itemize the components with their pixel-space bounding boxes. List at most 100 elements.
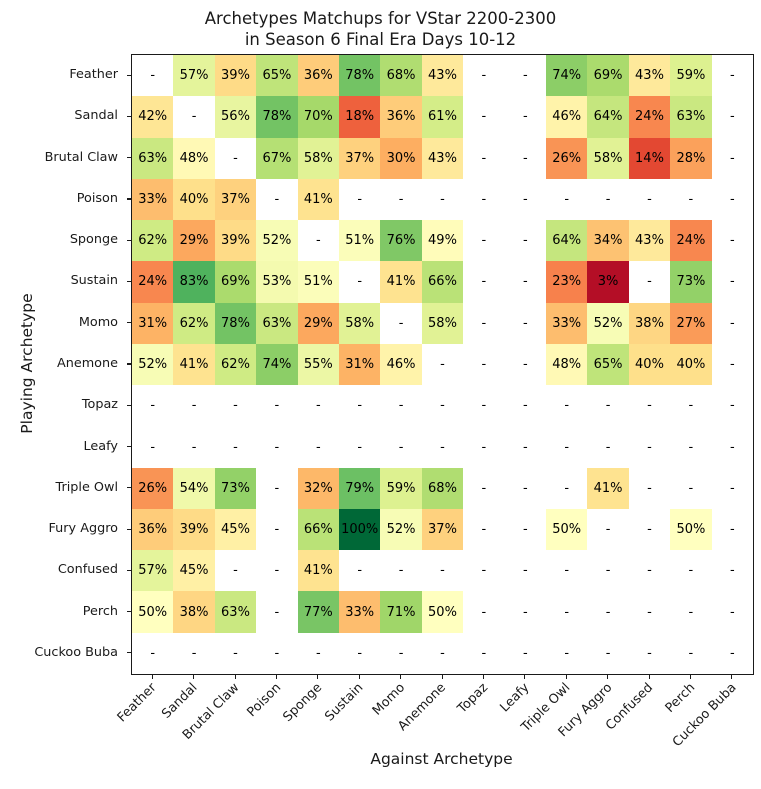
heatmap-cell: - xyxy=(463,343,505,386)
heatmap-cell: - xyxy=(380,632,422,674)
heatmap-cell: 41% xyxy=(173,343,215,386)
y-tick-label-sustain: Sustain xyxy=(70,273,118,289)
heatmap-cell: 32% xyxy=(297,467,339,509)
heatmap-cell: 50% xyxy=(132,591,174,633)
heatmap-cell: 62% xyxy=(132,220,174,262)
heatmap-cell: - xyxy=(214,385,257,427)
x-tick-label-topaz: Topaz xyxy=(454,680,491,717)
heatmap-cell: - xyxy=(711,343,753,386)
heatmap-cell: - xyxy=(173,96,215,138)
heatmap-cell: - xyxy=(463,55,505,97)
heatmap-cell: - xyxy=(421,178,464,221)
heatmap-cell: 63% xyxy=(132,137,174,179)
heatmap-cell: 45% xyxy=(173,550,215,592)
heatmap-cell: 48% xyxy=(173,137,215,179)
y-tick-label-momo: Momo xyxy=(78,314,118,330)
heatmap-cell: 29% xyxy=(297,302,339,344)
heatmap-cell: 58% xyxy=(421,302,464,344)
heatmap-cell: 58% xyxy=(297,137,339,179)
heatmap-cell: 68% xyxy=(421,467,464,509)
heatmap-cell: 29% xyxy=(173,220,215,262)
heatmap-cell: - xyxy=(297,220,339,262)
heatmap-cell: - xyxy=(546,591,588,633)
heatmap-cell: - xyxy=(504,343,546,386)
heatmap-cell: 36% xyxy=(297,55,339,97)
heatmap-cell: - xyxy=(380,385,422,427)
heatmap-cell: - xyxy=(463,261,505,303)
heatmap-cell: - xyxy=(256,550,298,592)
heatmap-cell: 31% xyxy=(339,343,381,386)
heatmap-cell: - xyxy=(670,632,712,674)
heatmap-cell: - xyxy=(711,302,753,344)
heatmap-cell: - xyxy=(711,508,753,551)
heatmap-cell: 33% xyxy=(339,591,381,633)
heatmap-cell: - xyxy=(628,632,671,674)
heatmap-plot-area: -57% 39% 65% 36% 78% 68% 43% - -74% 69% 43% 59% -42%… xyxy=(131,54,754,675)
heatmap-cell: - xyxy=(421,632,464,674)
heatmap-cell: 78% xyxy=(256,96,298,138)
heatmap-cell: 63% xyxy=(670,96,712,138)
heatmap-cell: - xyxy=(421,550,464,592)
heatmap-cell: 77% xyxy=(297,591,339,633)
heatmap-cell: 65% xyxy=(256,55,298,97)
heatmap-cell: 39% xyxy=(173,508,215,551)
heatmap-cell: - xyxy=(339,632,381,674)
heatmap-cell: - xyxy=(421,426,464,468)
y-tick-label-anemone: Anemone xyxy=(56,355,118,371)
heatmap-cell: - xyxy=(628,261,671,303)
heatmap-cell: 23% xyxy=(546,261,588,303)
heatmap-cell: 58% xyxy=(587,137,629,179)
heatmap-cell: - xyxy=(339,178,381,221)
heatmap-cell: 49% xyxy=(421,220,464,262)
heatmap-cell: - xyxy=(504,467,546,509)
heatmap-cell: - xyxy=(670,467,712,509)
heatmap-cell: 41% xyxy=(297,550,339,592)
heatmap-cell: - xyxy=(256,467,298,509)
heatmap-cell: - xyxy=(380,178,422,221)
y-tick-label-confused: Confused xyxy=(57,562,118,578)
heatmap-cell: 79% xyxy=(339,467,381,509)
heatmap-cell: 34% xyxy=(587,220,629,262)
heatmap-cell: 67% xyxy=(256,137,298,179)
heatmap-cell: - xyxy=(711,220,753,262)
x-tick-label-momo: Momo xyxy=(369,680,408,719)
y-axis-tick-labels: Feather Sandal Brutal Claw Poison Sponge Sust… xyxy=(0,54,122,673)
heatmap-cell: 36% xyxy=(132,508,174,551)
heatmap-cell: - xyxy=(711,591,753,633)
heatmap-cell: - xyxy=(587,178,629,221)
heatmap-cell: - xyxy=(587,426,629,468)
heatmap-cell: 50% xyxy=(421,591,464,633)
y-tick-label-perch: Perch xyxy=(82,603,118,619)
heatmap-cell: - xyxy=(463,385,505,427)
heatmap-cell: 43% xyxy=(421,55,464,97)
heatmap-cell: - xyxy=(711,632,753,674)
heatmap-cell: - xyxy=(297,385,339,427)
heatmap-cell: - xyxy=(628,426,671,468)
heatmap-cell: - xyxy=(628,385,671,427)
heatmap-cell: 52% xyxy=(132,343,174,386)
heatmap-cell: - xyxy=(463,137,505,179)
y-tick-label-brutal-claw: Brutal Claw xyxy=(44,149,118,165)
heatmap-cell: - xyxy=(173,385,215,427)
heatmap-cell: 59% xyxy=(380,467,422,509)
heatmap-cell: - xyxy=(628,591,671,633)
heatmap-cell: - xyxy=(380,302,422,344)
heatmap-cell: - xyxy=(504,508,546,551)
heatmap-cell: - xyxy=(463,220,505,262)
heatmap-cell: - xyxy=(587,632,629,674)
y-tick-label-feather: Feather xyxy=(69,67,118,83)
heatmap-cell: - xyxy=(132,426,174,468)
heatmap-cell: - xyxy=(670,591,712,633)
heatmap-cell: - xyxy=(504,137,546,179)
heatmap-cell: 48% xyxy=(546,343,588,386)
heatmap-cell: - xyxy=(504,632,546,674)
heatmap-cell: 52% xyxy=(380,508,422,551)
heatmap-cell: - xyxy=(421,385,464,427)
x-tick-label-perch: Perch xyxy=(662,680,698,716)
heatmap-cell: 50% xyxy=(670,508,712,551)
heatmap-cell: - xyxy=(546,467,588,509)
x-axis-title: Against Archetype xyxy=(370,750,513,768)
heatmap-cell: - xyxy=(587,550,629,592)
heatmap-cell: - xyxy=(711,137,753,179)
heatmap-cell: - xyxy=(214,550,257,592)
